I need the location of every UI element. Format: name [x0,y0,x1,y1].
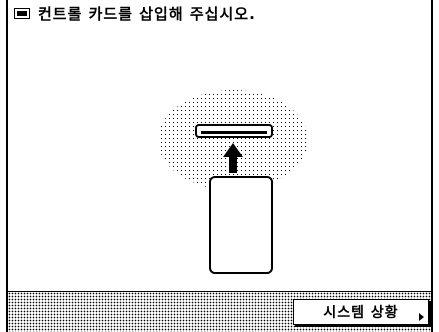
triangle-right-icon [419,313,424,321]
card-slot-icon [14,7,30,19]
system-status-label: 시스템 상황 [323,305,399,321]
status-footer: 시스템 상황 [8,291,431,332]
instruction-message: 컨트롤 카드를 삽입해 주십시오. [38,4,256,23]
system-status-button[interactable]: 시스템 상황 [293,299,429,325]
message-bar: 컨트롤 카드를 삽입해 주십시오. [8,0,431,26]
insert-card-illustration [158,90,308,274]
control-panel-screen: 컨트롤 카드를 삽입해 주십시오. 시스템 상황 [6,0,433,332]
